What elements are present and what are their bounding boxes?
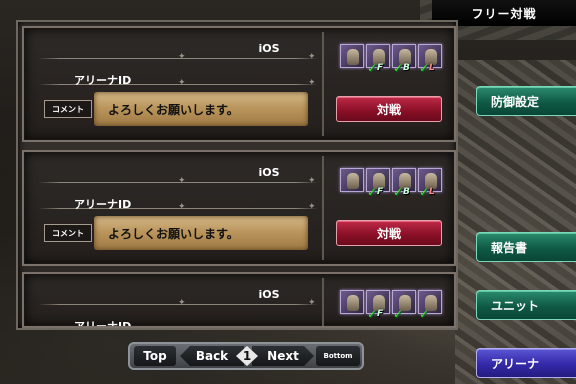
unit-portrait: ✓ (392, 290, 416, 321)
unit-portrait (340, 290, 364, 314)
battle-button[interactable]: 対戦 (336, 96, 442, 122)
unit-lineup: ✓ F ✓ B ✓ L (340, 44, 442, 92)
divider-line (38, 298, 318, 308)
position-label: L (429, 63, 435, 73)
check-icon: ✓ (367, 61, 378, 75)
unit-portrait (340, 44, 364, 68)
pagination: Top Back Next 1 Bottom (128, 342, 364, 370)
opponent-card: iOS アリーナID ✓F ✓ ✓ (22, 272, 456, 328)
unit-lineup: ✓ F ✓ ✓ (340, 290, 442, 326)
unit-portrait: ✓ L (418, 44, 442, 75)
unit-portrait: ✓ F (366, 168, 390, 199)
divider-line (38, 176, 318, 186)
platform-label: iOS (258, 166, 280, 179)
check-icon: ✓ (393, 185, 404, 199)
platform-label: iOS (258, 42, 280, 55)
card-divider (322, 32, 324, 136)
comment-text: よろしくお願いします。 (94, 216, 308, 250)
unit-portrait: ✓ (418, 290, 442, 321)
check-icon: ✓ (367, 185, 378, 199)
next-page-button[interactable]: Next (252, 346, 314, 366)
card-divider (322, 156, 324, 260)
defense-settings-button[interactable]: 防御設定 (476, 86, 576, 116)
unit-portrait: ✓ F (366, 44, 390, 75)
comment-tag: コメント (44, 224, 92, 242)
arena-id-label: アリーナID (74, 320, 132, 328)
check-icon: ✓ (419, 307, 430, 321)
unit-face-icon (347, 173, 359, 189)
check-icon: ✓ (367, 307, 378, 321)
check-icon: ✓ (419, 61, 430, 75)
comment-text: よろしくお願いします。 (94, 92, 308, 126)
bottom-page-button[interactable]: Bottom (316, 346, 360, 366)
card-divider (322, 278, 324, 326)
report-button[interactable]: 報告書 (476, 232, 576, 262)
unit-face-icon (347, 49, 359, 65)
position-label: F (377, 63, 384, 73)
unit-lineup: ✓ F ✓ B ✓ L (340, 168, 442, 216)
check-icon: ✓ (393, 307, 404, 321)
unit-portrait: ✓ F (366, 290, 390, 321)
opponent-card: iOS アリーナID コメント よろしくお願いします。 ✓F ✓B ✓L 対戦 (22, 150, 456, 266)
top-page-button[interactable]: Top (134, 346, 176, 366)
arena-button[interactable]: アリーナ (476, 348, 576, 378)
position-label: F (377, 309, 384, 319)
unit-button[interactable]: ユニット (476, 290, 576, 320)
battle-button[interactable]: 対戦 (336, 220, 442, 246)
unit-face-icon (347, 295, 359, 311)
position-label: F (377, 187, 384, 197)
position-label: B (403, 63, 410, 73)
unit-portrait: ✓ B (392, 168, 416, 199)
unit-portrait: ✓ B (392, 44, 416, 75)
platform-label: iOS (258, 288, 280, 301)
unit-portrait (340, 168, 364, 192)
comment-tag: コメント (44, 100, 92, 118)
unit-portrait: ✓ L (418, 168, 442, 199)
check-icon: ✓ (393, 61, 404, 75)
divider-line (38, 52, 318, 62)
arena-id-label: アリーナID (74, 74, 132, 87)
opponent-card: iOS アリーナID コメント よろしくお願いします。 ✓F ✓B ✓L 対戦 (22, 26, 456, 142)
arena-id-label: アリーナID (74, 198, 132, 211)
position-label: B (403, 187, 410, 197)
check-icon: ✓ (419, 185, 430, 199)
back-page-button[interactable]: Back (180, 346, 244, 366)
position-label: L (429, 187, 435, 197)
